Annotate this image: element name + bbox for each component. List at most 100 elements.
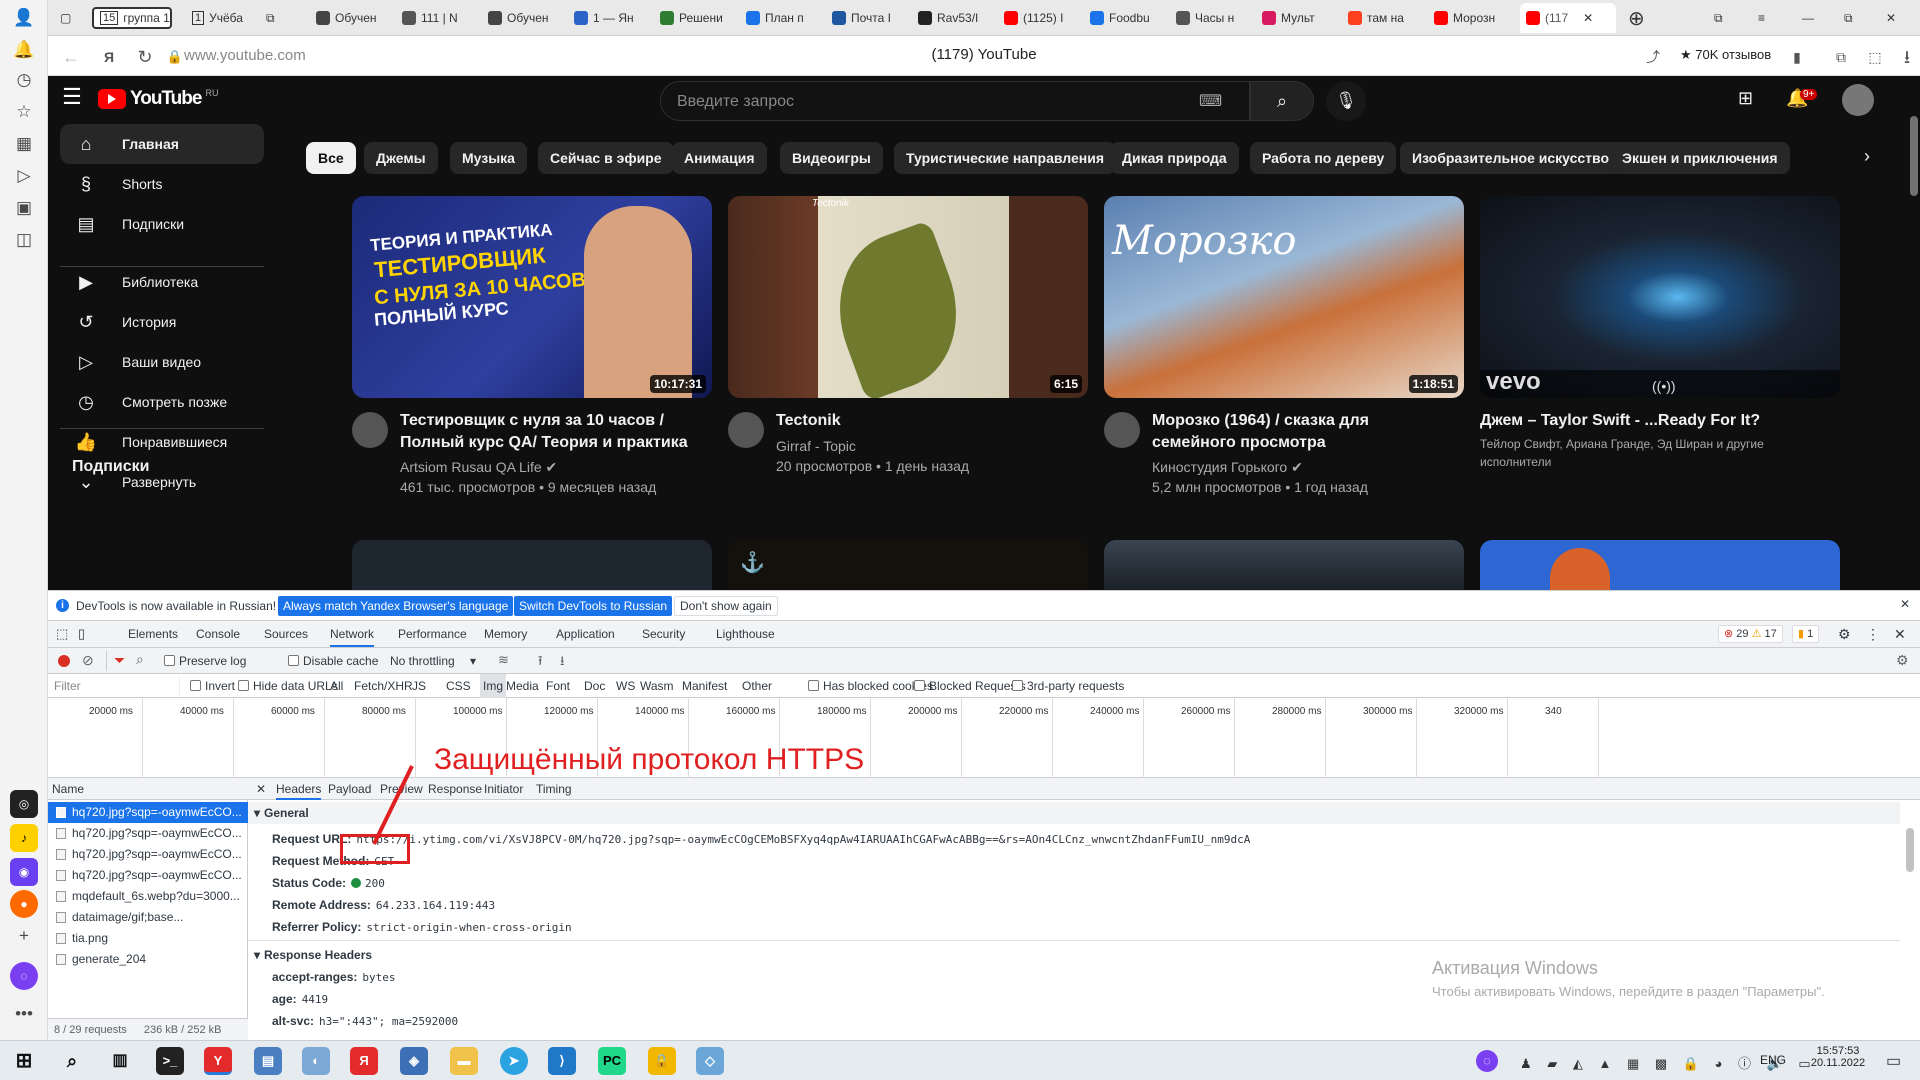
app-icon[interactable]: ◐ bbox=[302, 1047, 330, 1075]
browser-tab[interactable]: Решени bbox=[654, 3, 738, 33]
filter-option[interactable]: Manifest bbox=[682, 674, 727, 698]
request-row[interactable]: hq720.jpg?sqp=-oaymwEcCO... bbox=[48, 865, 248, 886]
filter-option[interactable]: Wasm bbox=[640, 674, 674, 698]
settings-icon[interactable]: ⚙ bbox=[1838, 626, 1851, 643]
channel-avatar[interactable] bbox=[1104, 412, 1140, 448]
filter-option[interactable]: Other bbox=[742, 674, 772, 698]
folder-icon[interactable]: ▬ bbox=[450, 1047, 478, 1075]
category-chip[interactable]: Все bbox=[306, 142, 356, 174]
browser-tab[interactable]: План п bbox=[740, 3, 824, 33]
browser-tab[interactable]: Часы н bbox=[1170, 3, 1254, 33]
video-thumbnail[interactable]: ⚓ bbox=[728, 540, 1088, 590]
sidebar-item[interactable]: ▤ Подписки bbox=[60, 204, 264, 244]
video-thumbnail[interactable] bbox=[1104, 540, 1464, 590]
app-icon[interactable]: ◎ bbox=[10, 790, 38, 818]
network-conditions-icon[interactable]: ≋ bbox=[498, 652, 509, 668]
browser-tab[interactable]: Обучен bbox=[482, 3, 566, 33]
video-title[interactable]: семейного просмотра bbox=[1152, 432, 1326, 454]
games-icon[interactable]: ● bbox=[10, 890, 38, 918]
browser-tab[interactable]: Rav53/I bbox=[912, 3, 996, 33]
browser-tab[interactable]: 111 | N bbox=[396, 3, 480, 33]
import-icon[interactable]: ⭱ bbox=[538, 652, 543, 674]
chevron-right-icon[interactable]: › bbox=[1864, 146, 1870, 167]
devtools-tab[interactable]: Application bbox=[556, 621, 615, 647]
tab-group-study[interactable]: 1 Учёба bbox=[186, 3, 256, 33]
new-tab-button[interactable]: ⊕ bbox=[1622, 3, 1652, 33]
filter-option[interactable]: WS bbox=[616, 674, 635, 698]
menu-icon[interactable]: ≡ bbox=[1752, 3, 1778, 33]
detail-tab[interactable]: Initiator bbox=[484, 778, 523, 800]
yandex-music-icon[interactable]: ♪ bbox=[10, 824, 38, 852]
devtools-tab[interactable]: Performance bbox=[398, 621, 467, 647]
detail-tab[interactable]: Headers bbox=[276, 778, 322, 800]
search-icon[interactable]: ⌕ bbox=[136, 651, 144, 668]
tabs-overview-icon[interactable]: ▢ bbox=[54, 3, 82, 33]
search-icon[interactable]: ⌕ bbox=[58, 1047, 86, 1075]
sidebar-item[interactable]: ⌂ Главная bbox=[60, 124, 264, 164]
sidebar-item[interactable]: ▶ Библиотека bbox=[60, 262, 264, 302]
minimize-icon[interactable]: — bbox=[1796, 3, 1822, 33]
close-window-icon[interactable]: ✕ bbox=[1880, 3, 1906, 33]
app-icon[interactable]: ◇ bbox=[696, 1047, 724, 1075]
request-row[interactable]: hq720.jpg?sqp=-oaymwEcCO... bbox=[48, 823, 248, 844]
filter-option[interactable]: Fetch/XHR bbox=[354, 674, 413, 698]
devtools-tab[interactable]: Sources bbox=[264, 621, 308, 647]
extensions-icon[interactable]: ⬚ bbox=[1862, 44, 1888, 70]
mic-icon[interactable]: 🎙 bbox=[1326, 81, 1366, 121]
channel-name[interactable]: Киностудия Горького ✔ bbox=[1152, 457, 1303, 477]
request-row[interactable]: tia.png bbox=[48, 928, 248, 949]
clear-icon[interactable]: ⊘ bbox=[82, 652, 94, 669]
video-thumbnail[interactable]: Морозко 1:18:51 bbox=[1104, 196, 1464, 398]
video-thumbnail[interactable]: Tectonik 6:15 bbox=[728, 196, 1088, 398]
request-row[interactable]: dataimage/gif;base... bbox=[48, 907, 248, 928]
video-thumbnail[interactable] bbox=[352, 540, 712, 590]
reviews-button[interactable]: ★ 70K отзывов bbox=[1680, 47, 1771, 63]
filter-input[interactable]: Filter bbox=[48, 676, 180, 696]
search-box[interactable]: Введите запрос ⌨ bbox=[660, 81, 1250, 121]
close-tab-icon[interactable]: ✕ bbox=[1583, 11, 1593, 25]
browser-tab[interactable]: Обучен bbox=[310, 3, 394, 33]
channel-name[interactable]: Artsiom Rusau QA Life ✔ bbox=[400, 457, 557, 477]
video-thumbnail[interactable] bbox=[1480, 540, 1840, 590]
response-headers-header[interactable]: ▾ Response Headers bbox=[248, 944, 1900, 966]
scrollbar[interactable] bbox=[1910, 116, 1918, 196]
browser-tab[interactable]: Морозн bbox=[1428, 3, 1512, 33]
category-chip[interactable]: Видеоигры bbox=[780, 142, 883, 174]
export-icon[interactable]: ⭳ bbox=[560, 652, 565, 674]
request-row[interactable]: hq720.jpg?sqp=-oaymwEcCO... bbox=[48, 844, 248, 865]
task-view-icon[interactable]: ▥ bbox=[106, 1047, 134, 1075]
sidebar-item[interactable]: § Shorts bbox=[60, 164, 264, 204]
filter-option[interactable]: Hide data URLs bbox=[238, 674, 338, 698]
browser-tab[interactable]: Foodbu bbox=[1084, 3, 1168, 33]
filter-option[interactable]: Invert bbox=[190, 674, 235, 698]
match-language-button[interactable]: Always match Yandex Browser's language bbox=[278, 596, 514, 616]
browser-tab[interactable]: там на bbox=[1342, 3, 1426, 33]
yandex-icon[interactable]: Я bbox=[350, 1047, 378, 1075]
keyboard-icon[interactable]: ⌨ bbox=[1199, 91, 1222, 111]
start-icon[interactable]: ⊞ bbox=[10, 1047, 38, 1075]
profile-icon[interactable]: 👤 bbox=[10, 4, 38, 32]
telegram-icon[interactable]: ➤ bbox=[500, 1047, 528, 1075]
video-title[interactable]: Тестировщик с нуля за 10 часов / bbox=[400, 410, 664, 432]
switch-language-button[interactable]: Switch DevTools to Russian bbox=[514, 596, 673, 616]
notepad-icon[interactable]: ▤ bbox=[254, 1047, 282, 1075]
notifications-icon[interactable]: 🔔 bbox=[10, 36, 38, 64]
detail-tab[interactable]: Timing bbox=[536, 778, 572, 800]
category-chip[interactable]: Экшен и приключения bbox=[1610, 142, 1790, 174]
issues-badge[interactable]: ▮ 1 bbox=[1792, 625, 1820, 643]
browser-tab[interactable]: (1125) I bbox=[998, 3, 1082, 33]
calendar-icon[interactable]: ▣ bbox=[10, 194, 38, 222]
alice-icon[interactable]: ◌ bbox=[10, 962, 38, 990]
youtube-logo[interactable]: YouTube RU bbox=[98, 88, 218, 110]
video-title[interactable]: Tectonik bbox=[776, 410, 841, 432]
share-icon[interactable]: ⤴ bbox=[1640, 44, 1666, 70]
sidebar-item[interactable]: ↺ История bbox=[60, 302, 264, 342]
video-icon[interactable]: ▷ bbox=[10, 162, 38, 190]
general-section-header[interactable]: ▾ General bbox=[248, 802, 1900, 824]
record-icon[interactable] bbox=[58, 655, 70, 667]
tab-list-icon[interactable]: ⧉ bbox=[1708, 3, 1734, 33]
channel-name[interactable]: Тейлор Свифт, Ариана Гранде, Эд Ширан и … bbox=[1480, 434, 1764, 454]
sidebar-item[interactable]: ▷ Ваши видео bbox=[60, 342, 264, 382]
bookmarks-icon[interactable]: ☆ bbox=[10, 98, 38, 126]
filter-option[interactable]: Font bbox=[546, 674, 570, 698]
